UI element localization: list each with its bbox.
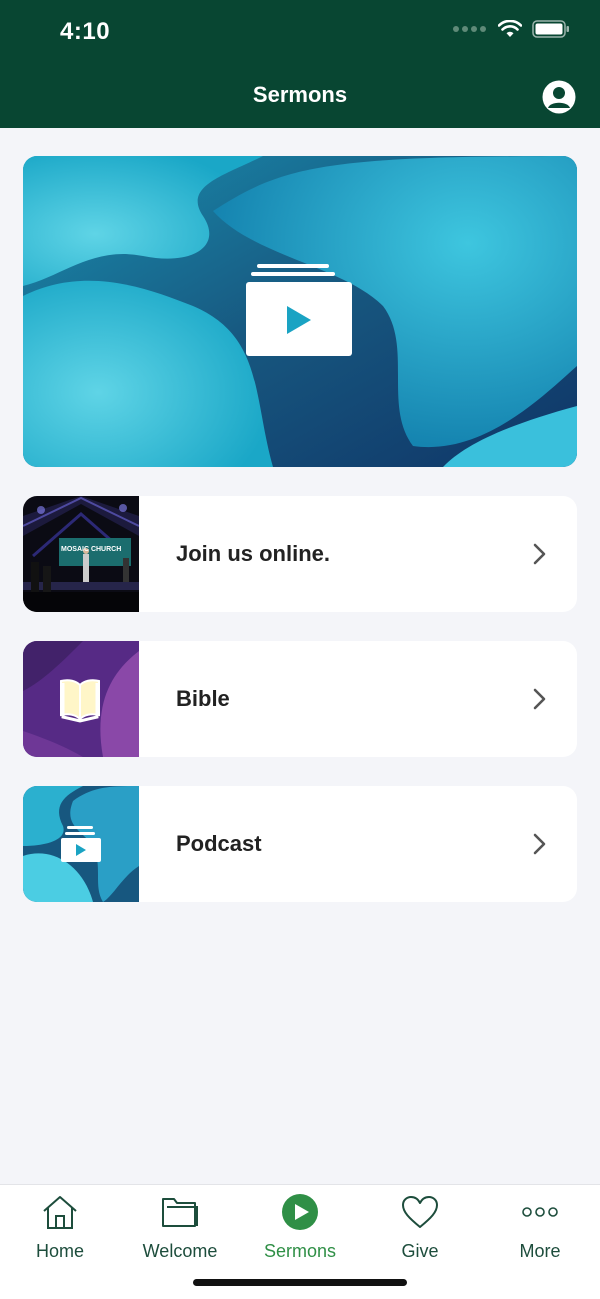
wifi-icon [498, 20, 522, 37]
chevron-right-icon [533, 688, 546, 710]
tab-label: Welcome [142, 1241, 218, 1261]
status-bar: 4:10 [0, 0, 600, 64]
list-item-join-online[interactable]: MOSAIC CHURCH Join us online. [23, 496, 577, 612]
nav-bar: Sermons [0, 64, 600, 128]
stage-photo-thumbnail: MOSAIC CHURCH [23, 496, 139, 612]
status-icons [452, 20, 570, 38]
ellipsis-icon [522, 1207, 558, 1217]
user-icon [542, 80, 576, 114]
list-item-podcast[interactable]: Podcast [23, 786, 577, 902]
card-label: Join us online. [176, 541, 331, 566]
tab-label: Give [401, 1241, 439, 1261]
book-icon [60, 679, 100, 723]
podcast-thumbnail [23, 786, 139, 902]
battery-icon [532, 20, 569, 38]
list-item-bible[interactable]: Bible [23, 641, 577, 757]
tab-label: Home [35, 1241, 84, 1261]
tab-sermons[interactable]: Sermons [240, 1193, 360, 1263]
chevron-right-icon [533, 543, 546, 565]
tab-give[interactable]: Give [360, 1193, 480, 1263]
profile-button[interactable] [542, 80, 576, 114]
chevron-right-icon [533, 833, 546, 855]
tab-welcome[interactable]: Welcome [120, 1193, 240, 1263]
tab-home[interactable]: Home [0, 1193, 120, 1263]
play-circle-icon [282, 1194, 318, 1230]
house-icon [43, 1196, 77, 1229]
sermon-video-icon [246, 264, 352, 356]
folder-icon [162, 1198, 198, 1227]
featured-sermons-banner[interactable] [23, 156, 577, 467]
signal-dots-icon [453, 26, 486, 32]
home-indicator [193, 1279, 407, 1286]
bible-thumbnail [23, 641, 139, 757]
card-label: Podcast [176, 831, 262, 856]
heart-icon [402, 1196, 438, 1228]
page-title: Sermons [252, 82, 348, 107]
card-label: Bible [176, 686, 230, 711]
tab-more[interactable]: More [480, 1193, 600, 1263]
tab-label: Sermons [263, 1241, 337, 1261]
church-screen-text: MOSAIC CHURCH [61, 546, 122, 553]
status-time: 4:10 [60, 18, 111, 45]
tab-label: More [519, 1241, 561, 1261]
